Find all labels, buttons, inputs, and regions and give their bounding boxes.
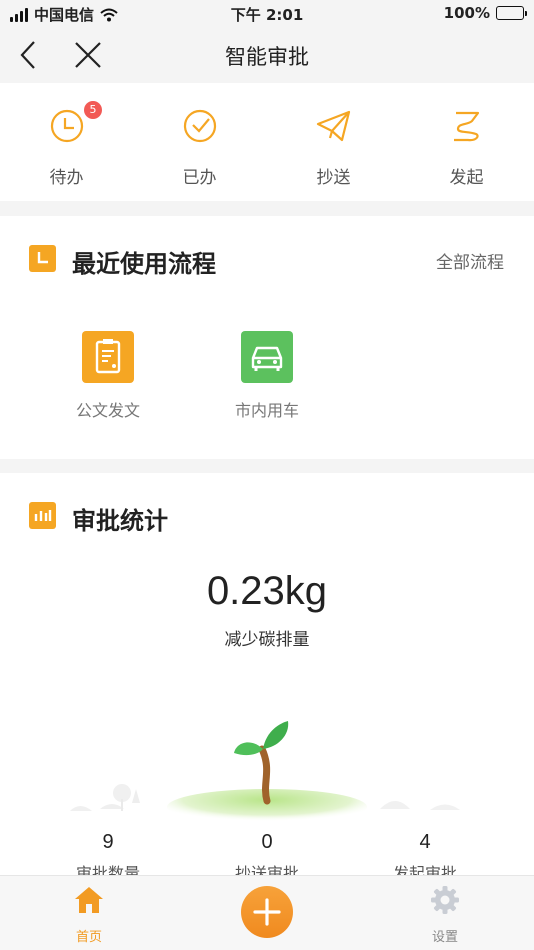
quick-action-cc[interactable]: 抄送 [267,83,400,201]
tab-label: 设置 [431,930,458,945]
stat-value: 4 [419,831,431,853]
quick-action-done[interactable]: 已办 [133,83,266,201]
clock-icon [29,245,56,272]
tab-settings[interactable]: 设置 [405,884,485,945]
stat-label: 审批数量 [75,864,140,875]
carbon-value: 0.23kg [206,569,328,613]
sprout-illustration [70,721,460,823]
clock-icon [50,109,84,143]
flow-item-document[interactable]: 公文发文 [43,331,173,421]
nav-bar: 智能审批 [0,28,534,82]
flow-label: 市内用车 [234,401,299,420]
add-button[interactable] [241,886,293,938]
status-right: 100% [443,4,527,22]
todo-badge: 5 [84,101,102,119]
stat-label: 抄送审批 [234,864,299,875]
car-icon [241,331,293,383]
gear-icon [431,886,459,914]
stat-approvals: 9 审批数量 [38,831,178,875]
carbon-label: 减少碳排量 [224,630,310,650]
stat-value: 9 [102,831,114,853]
approval-stats-section: 审批统计 0.23kg 减少碳排量 9 审批数量 0 抄送审批 4 发起审批 [0,473,534,875]
quick-action-label: 待办 [49,168,84,188]
recent-flows-section: 最近使用流程 全部流程 公文发文 市内用车 [0,216,534,459]
tab-label: 首页 [75,930,102,945]
status-bar: 中国电信 下午 2:01 100% [0,0,534,28]
tab-home[interactable]: 首页 [49,884,129,945]
stat-cc: 0 抄送审批 [197,831,337,875]
section-title: 审批统计 [72,507,168,535]
quick-action-label: 发起 [449,168,484,188]
plus-icon [253,898,281,926]
all-flows-link[interactable]: 全部流程 [436,248,504,273]
quick-actions: 5 待办 已办 抄送 发起 [0,83,534,201]
quick-action-todo[interactable]: 5 待办 [0,83,133,201]
paper-plane-icon [316,110,351,142]
document-icon [82,331,134,383]
quick-action-label: 抄送 [316,168,351,188]
home-icon [75,887,103,913]
tab-bar: 首页 设置 [0,875,534,950]
stat-initiated: 4 发起审批 [355,831,495,875]
quick-action-label: 已办 [182,168,217,188]
flow-item-car[interactable]: 市内用车 [202,331,332,421]
stat-label: 发起审批 [392,864,457,875]
quick-action-initiate[interactable]: 发起 [400,83,533,201]
page-title: 智能审批 [225,45,309,69]
battery-percent: 100% [443,4,490,22]
bar-chart-icon [29,502,56,529]
stat-value: 0 [261,831,273,853]
section-title: 最近使用流程 [72,250,216,278]
battery-icon [496,6,527,20]
check-circle-icon [183,109,217,143]
flag-icon [454,111,480,142]
flow-label: 公文发文 [75,401,140,420]
